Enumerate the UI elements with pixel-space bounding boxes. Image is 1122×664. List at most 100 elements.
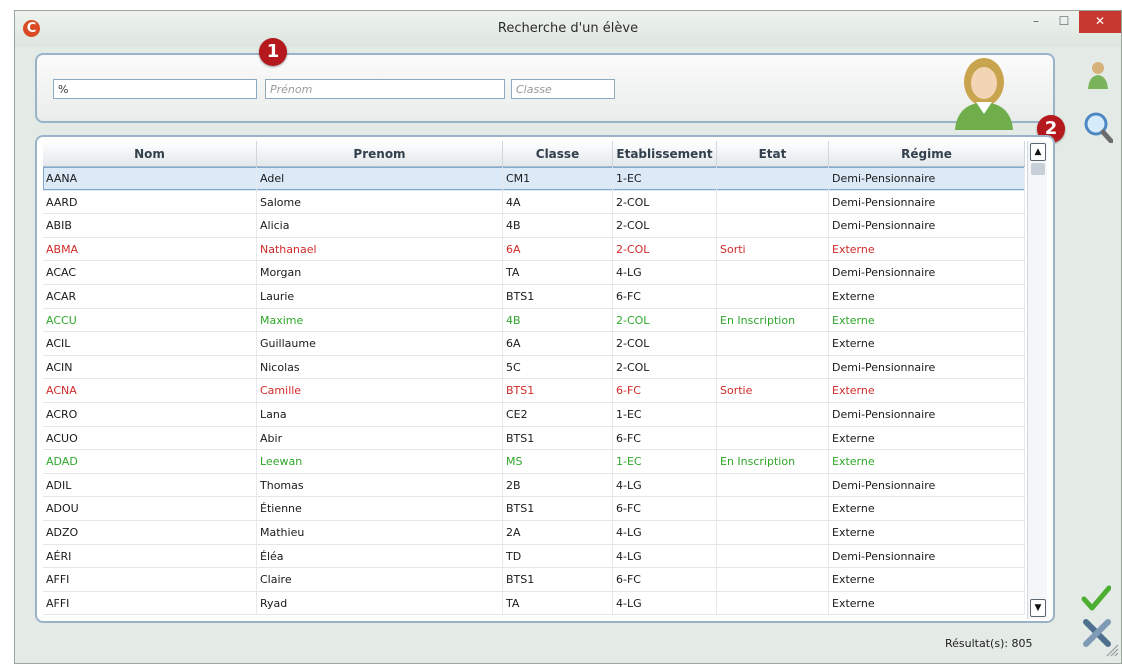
cell-classe: 5C <box>503 355 613 379</box>
cell-prenom: Camille <box>257 379 503 402</box>
cell-classe: CE2 <box>503 402 613 426</box>
table-row[interactable]: ACRO Lana CE2 1-EC Demi-Pensionnaire <box>43 402 1025 427</box>
results-table: Nom Prenom Classe Etablissement Etat Rég… <box>43 141 1025 616</box>
cell-nom: ADZO <box>43 520 257 544</box>
cell-etab: 2-COL <box>613 190 717 214</box>
cell-etat <box>717 473 829 497</box>
scroll-up-button[interactable]: ▲ <box>1030 143 1046 161</box>
cell-classe: 4A <box>503 190 613 214</box>
cell-classe: 4B <box>503 214 613 237</box>
search-student-window: C Recherche d'un élève – ☐ ✕ 1 2 3 Nom P… <box>14 10 1122 664</box>
nom-input[interactable] <box>53 79 257 99</box>
cell-regime: Demi-Pensionnaire <box>829 167 1025 190</box>
table-row[interactable]: AARD Salome 4A 2-COL Demi-Pensionnaire <box>43 190 1025 215</box>
cell-prenom: Claire <box>257 568 503 591</box>
table-row[interactable]: ACAR Laurie BTS1 6-FC Externe <box>43 284 1025 309</box>
table-row[interactable]: AFFI Ryad TA 4-LG Externe <box>43 591 1025 616</box>
cell-regime: Demi-Pensionnaire <box>829 214 1025 237</box>
cell-regime: Externe <box>829 379 1025 402</box>
cell-prenom: Lana <box>257 402 503 426</box>
cell-classe: CM1 <box>503 167 613 190</box>
cell-etab: 2-COL <box>613 237 717 261</box>
table-row[interactable]: ADZO Mathieu 2A 4-LG Externe <box>43 520 1025 545</box>
table-row[interactable]: AÉRI Éléa TD 4-LG Demi-Pensionnaire <box>43 544 1025 569</box>
table-row[interactable]: ADAD Leewan MS 1-EC En Inscription Externe <box>43 450 1025 474</box>
table-row[interactable]: ADIL Thomas 2B 4-LG Demi-Pensionnaire <box>43 473 1025 498</box>
cell-prenom: Laurie <box>257 284 503 308</box>
column-header-nom[interactable]: Nom <box>43 141 257 166</box>
table-row[interactable]: ACAC Morgan TA 4-LG Demi-Pensionnaire <box>43 261 1025 285</box>
cell-nom: AÉRI <box>43 544 257 568</box>
column-header-etablissement[interactable]: Etablissement <box>613 141 717 166</box>
search-criteria-panel <box>35 53 1055 123</box>
cell-etab: 6-FC <box>613 284 717 308</box>
scroll-thumb[interactable] <box>1031 163 1045 175</box>
result-count: Résultat(s): 805 <box>945 637 1033 650</box>
cell-regime: Externe <box>829 450 1025 473</box>
cell-prenom: Guillaume <box>257 332 503 355</box>
cell-nom: ACAC <box>43 261 257 284</box>
table-row[interactable]: ABMA Nathanael 6A 2-COL Sorti Externe <box>43 237 1025 262</box>
cell-etab: 1-EC <box>613 450 717 473</box>
column-header-classe[interactable]: Classe <box>503 141 613 166</box>
cell-nom: ADOU <box>43 497 257 520</box>
cell-classe: TA <box>503 261 613 284</box>
classe-input[interactable] <box>511 79 615 99</box>
cell-prenom: Nicolas <box>257 355 503 379</box>
cell-etab: 1-EC <box>613 402 717 426</box>
table-row[interactable]: ABIB Alicia 4B 2-COL Demi-Pensionnaire <box>43 214 1025 238</box>
table-row[interactable]: ACUO Abir BTS1 6-FC Externe <box>43 426 1025 451</box>
table-row[interactable]: ACIL Guillaume 6A 2-COL Externe <box>43 332 1025 356</box>
cell-etab: 4-LG <box>613 591 717 615</box>
table-row[interactable]: AANA Adel CM1 1-EC Demi-Pensionnaire <box>43 167 1025 191</box>
cell-etat <box>717 568 829 591</box>
cell-prenom: Abir <box>257 426 503 450</box>
cell-prenom: Leewan <box>257 450 503 473</box>
cell-classe: BTS1 <box>503 568 613 591</box>
column-header-regime[interactable]: Régime <box>829 141 1025 166</box>
window-title: Recherche d'un élève <box>497 21 639 36</box>
table-row[interactable]: ACCU Maxime 4B 2-COL En Inscription Externe <box>43 308 1025 333</box>
cell-classe: BTS1 <box>503 426 613 450</box>
cell-etab: 2-COL <box>613 308 717 332</box>
cell-etat <box>717 520 829 544</box>
cell-etat <box>717 544 829 568</box>
cell-etat: Sorti <box>717 237 829 261</box>
cell-etab: 6-FC <box>613 379 717 402</box>
cell-prenom: Salome <box>257 190 503 214</box>
cell-classe: TA <box>503 591 613 615</box>
table-row[interactable]: ADOU Étienne BTS1 6-FC Externe <box>43 497 1025 521</box>
cell-classe: TD <box>503 544 613 568</box>
table-row[interactable]: ACNA Camille BTS1 6-FC Sortie Externe <box>43 379 1025 403</box>
close-button[interactable]: ✕ <box>1079 11 1121 33</box>
column-header-prenom[interactable]: Prenom <box>257 141 503 166</box>
user-icon[interactable] <box>1087 59 1109 89</box>
cell-prenom: Nathanael <box>257 237 503 261</box>
cell-etab: 2-COL <box>613 214 717 237</box>
vertical-scrollbar[interactable]: ▲ ▼ <box>1027 141 1047 619</box>
title-bar[interactable]: C Recherche d'un élève – ☐ ✕ <box>15 11 1121 47</box>
table-row[interactable]: ACIN Nicolas 5C 2-COL Demi-Pensionnaire <box>43 355 1025 380</box>
table-row[interactable]: AFFI Claire BTS1 6-FC Externe <box>43 568 1025 592</box>
cell-nom: AFFI <box>43 568 257 591</box>
cell-etab: 4-LG <box>613 520 717 544</box>
cell-nom: ABIB <box>43 214 257 237</box>
search-magnifier-icon[interactable] <box>1083 111 1113 143</box>
prenom-input[interactable] <box>265 79 505 99</box>
cell-etab: 4-LG <box>613 544 717 568</box>
cell-regime: Demi-Pensionnaire <box>829 473 1025 497</box>
maximize-button[interactable]: ☐ <box>1053 11 1075 33</box>
cell-etat <box>717 355 829 379</box>
cell-regime: Demi-Pensionnaire <box>829 261 1025 284</box>
minimize-button[interactable]: – <box>1025 11 1047 33</box>
cell-nom: ADAD <box>43 450 257 473</box>
cell-classe: 4B <box>503 308 613 332</box>
column-header-etat[interactable]: Etat <box>717 141 829 166</box>
cell-nom: ADIL <box>43 473 257 497</box>
validate-check-icon[interactable] <box>1081 583 1111 613</box>
cell-classe: BTS1 <box>503 284 613 308</box>
scroll-down-button[interactable]: ▼ <box>1030 599 1046 617</box>
cell-etat: Sortie <box>717 379 829 402</box>
resize-grip-icon[interactable] <box>1105 643 1119 657</box>
cell-nom: ACIL <box>43 332 257 355</box>
